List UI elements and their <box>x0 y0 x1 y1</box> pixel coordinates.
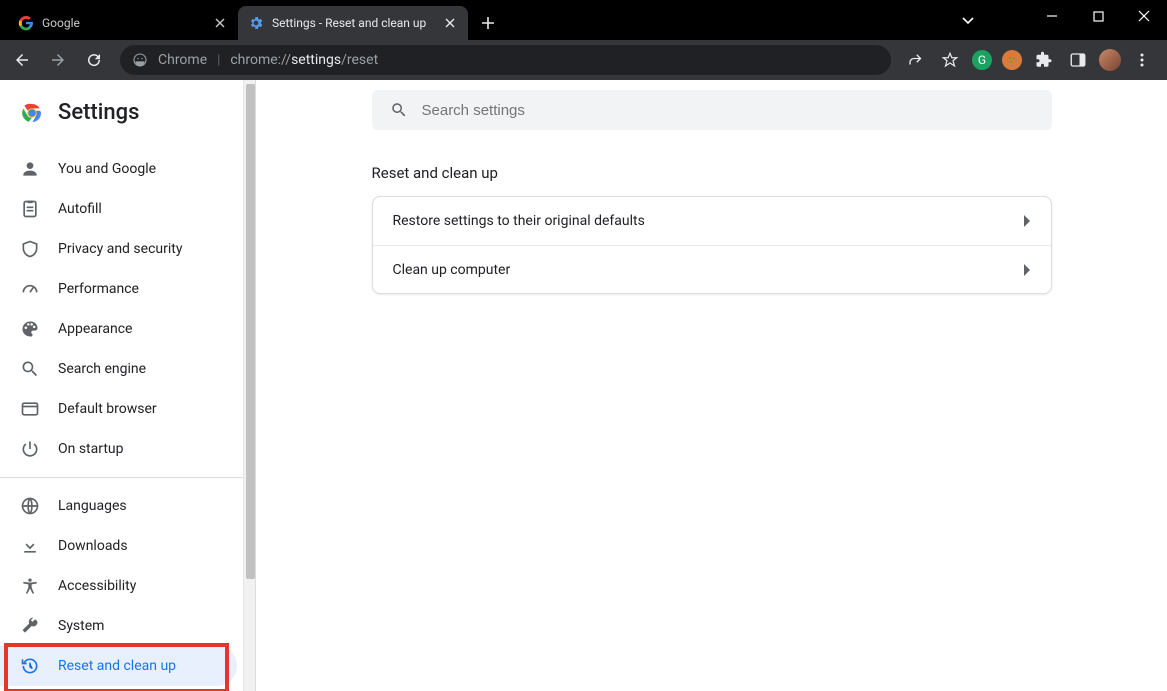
site-info-icon[interactable] <box>132 52 148 68</box>
sidebar-item-label: Accessibility <box>58 578 136 594</box>
chrome-logo-icon <box>20 101 44 125</box>
scrollbar-thumb[interactable] <box>246 84 255 579</box>
profile-avatar[interactable] <box>1097 47 1123 73</box>
restore-defaults-row[interactable]: Restore settings to their original defau… <box>373 197 1051 245</box>
browser-toolbar: Chrome | chrome://settings/reset G <box>0 40 1167 80</box>
person-icon <box>20 159 40 179</box>
close-window-button[interactable] <box>1121 0 1167 32</box>
minimize-button[interactable] <box>1029 0 1075 32</box>
power-icon <box>20 439 40 459</box>
sidebar-item-label: Privacy and security <box>58 241 182 257</box>
url-text: chrome://settings/reset <box>230 52 378 68</box>
settings-title: Settings <box>58 100 139 125</box>
scrollbar[interactable] <box>243 80 256 691</box>
tab-google[interactable]: Google <box>8 6 238 40</box>
wrench-icon <box>20 616 40 636</box>
sidebar-item-accessibility[interactable]: Accessibility <box>0 566 237 606</box>
sidebar-item-label: Performance <box>58 281 139 297</box>
chevron-right-icon <box>1023 264 1031 276</box>
window-titlebar: Google Settings - Reset and clean up <box>0 0 1167 40</box>
sidebar-item-search-engine[interactable]: Search engine <box>0 349 237 389</box>
close-icon[interactable] <box>212 15 228 31</box>
settings-search-input[interactable] <box>422 102 1034 119</box>
download-icon <box>20 536 40 556</box>
sidebar-item-label: Reset and clean up <box>58 658 176 674</box>
url-scheme-label: Chrome <box>158 52 207 68</box>
extension-grammarly-icon[interactable]: G <box>969 47 995 73</box>
browser-icon <box>20 399 40 419</box>
sidebar-item-autofill[interactable]: Autofill <box>0 189 237 229</box>
chevron-right-icon <box>1023 215 1031 227</box>
sidebar-item-label: Languages <box>58 498 127 514</box>
settings-main: Reset and clean up Restore settings to t… <box>256 80 1167 691</box>
settings-page: Settings You and Google Autofill Privacy a… <box>0 80 1167 691</box>
google-favicon-icon <box>18 15 34 31</box>
shield-icon <box>20 239 40 259</box>
sidebar-item-label: Autofill <box>58 201 102 217</box>
close-icon[interactable] <box>442 15 458 31</box>
address-bar[interactable]: Chrome | chrome://settings/reset <box>120 45 891 75</box>
sidebar-item-label: Downloads <box>58 538 128 554</box>
tab-title: Google <box>42 16 204 30</box>
section-title: Reset and clean up <box>372 164 1052 182</box>
tab-strip: Google Settings - Reset and clean up <box>0 0 502 40</box>
sidebar-item-label: Appearance <box>58 321 132 337</box>
speed-icon <box>20 279 40 299</box>
menu-icon[interactable] <box>1127 45 1157 75</box>
sidebar-item-label: On startup <box>58 441 124 457</box>
search-icon <box>390 101 408 119</box>
clean-up-computer-row[interactable]: Clean up computer <box>373 245 1051 293</box>
side-panel-icon[interactable] <box>1063 45 1093 75</box>
sidebar-item-default-browser[interactable]: Default browser <box>0 389 237 429</box>
sidebar-item-label: You and Google <box>58 161 156 177</box>
sidebar-item-languages[interactable]: Languages <box>0 486 237 526</box>
share-icon[interactable] <box>901 45 931 75</box>
sidebar-item-privacy[interactable]: Privacy and security <box>0 229 237 269</box>
row-label: Clean up computer <box>393 262 511 278</box>
sidebar-item-label: System <box>58 618 104 634</box>
toolbar-actions: G <box>901 45 1161 75</box>
sidebar-item-on-startup[interactable]: On startup <box>0 429 237 469</box>
settings-favicon-icon <box>248 15 264 31</box>
sidebar-item-performance[interactable]: Performance <box>0 269 237 309</box>
sidebar-item-system[interactable]: System <box>0 606 237 646</box>
bookmark-icon[interactable] <box>935 45 965 75</box>
accessibility-icon <box>20 576 40 596</box>
globe-icon <box>20 496 40 516</box>
reload-button[interactable] <box>78 44 110 76</box>
restore-icon <box>20 656 40 676</box>
search-icon <box>20 359 40 379</box>
sidebar-item-reset[interactable]: Reset and clean up <box>0 646 237 686</box>
row-label: Restore settings to their original defau… <box>393 213 645 229</box>
maximize-button[interactable] <box>1075 0 1121 32</box>
forward-button[interactable] <box>42 44 74 76</box>
autofill-icon <box>20 199 40 219</box>
settings-nav: You and Google Autofill Privacy and securi… <box>0 143 255 686</box>
new-tab-button[interactable] <box>474 9 502 37</box>
sidebar-item-label: Search engine <box>58 361 146 377</box>
url-separator: | <box>217 53 220 68</box>
window-controls <box>1029 0 1167 40</box>
sidebar-item-label: Default browser <box>58 401 157 417</box>
settings-sidebar: Settings You and Google Autofill Privacy a… <box>0 80 256 691</box>
tab-title: Settings - Reset and clean up <box>272 16 434 30</box>
reset-card: Restore settings to their original defau… <box>372 196 1052 294</box>
back-button[interactable] <box>6 44 38 76</box>
settings-header: Settings <box>0 88 255 143</box>
palette-icon <box>20 319 40 339</box>
extension-cookie-icon[interactable] <box>999 47 1025 73</box>
sidebar-item-appearance[interactable]: Appearance <box>0 309 237 349</box>
sidebar-item-downloads[interactable]: Downloads <box>0 526 237 566</box>
tab-settings[interactable]: Settings - Reset and clean up <box>238 6 468 40</box>
nav-divider <box>0 477 255 478</box>
tab-search-button[interactable] <box>953 6 983 34</box>
extensions-icon[interactable] <box>1029 45 1059 75</box>
sidebar-item-you-and-google[interactable]: You and Google <box>0 149 237 189</box>
settings-search[interactable] <box>372 90 1052 130</box>
